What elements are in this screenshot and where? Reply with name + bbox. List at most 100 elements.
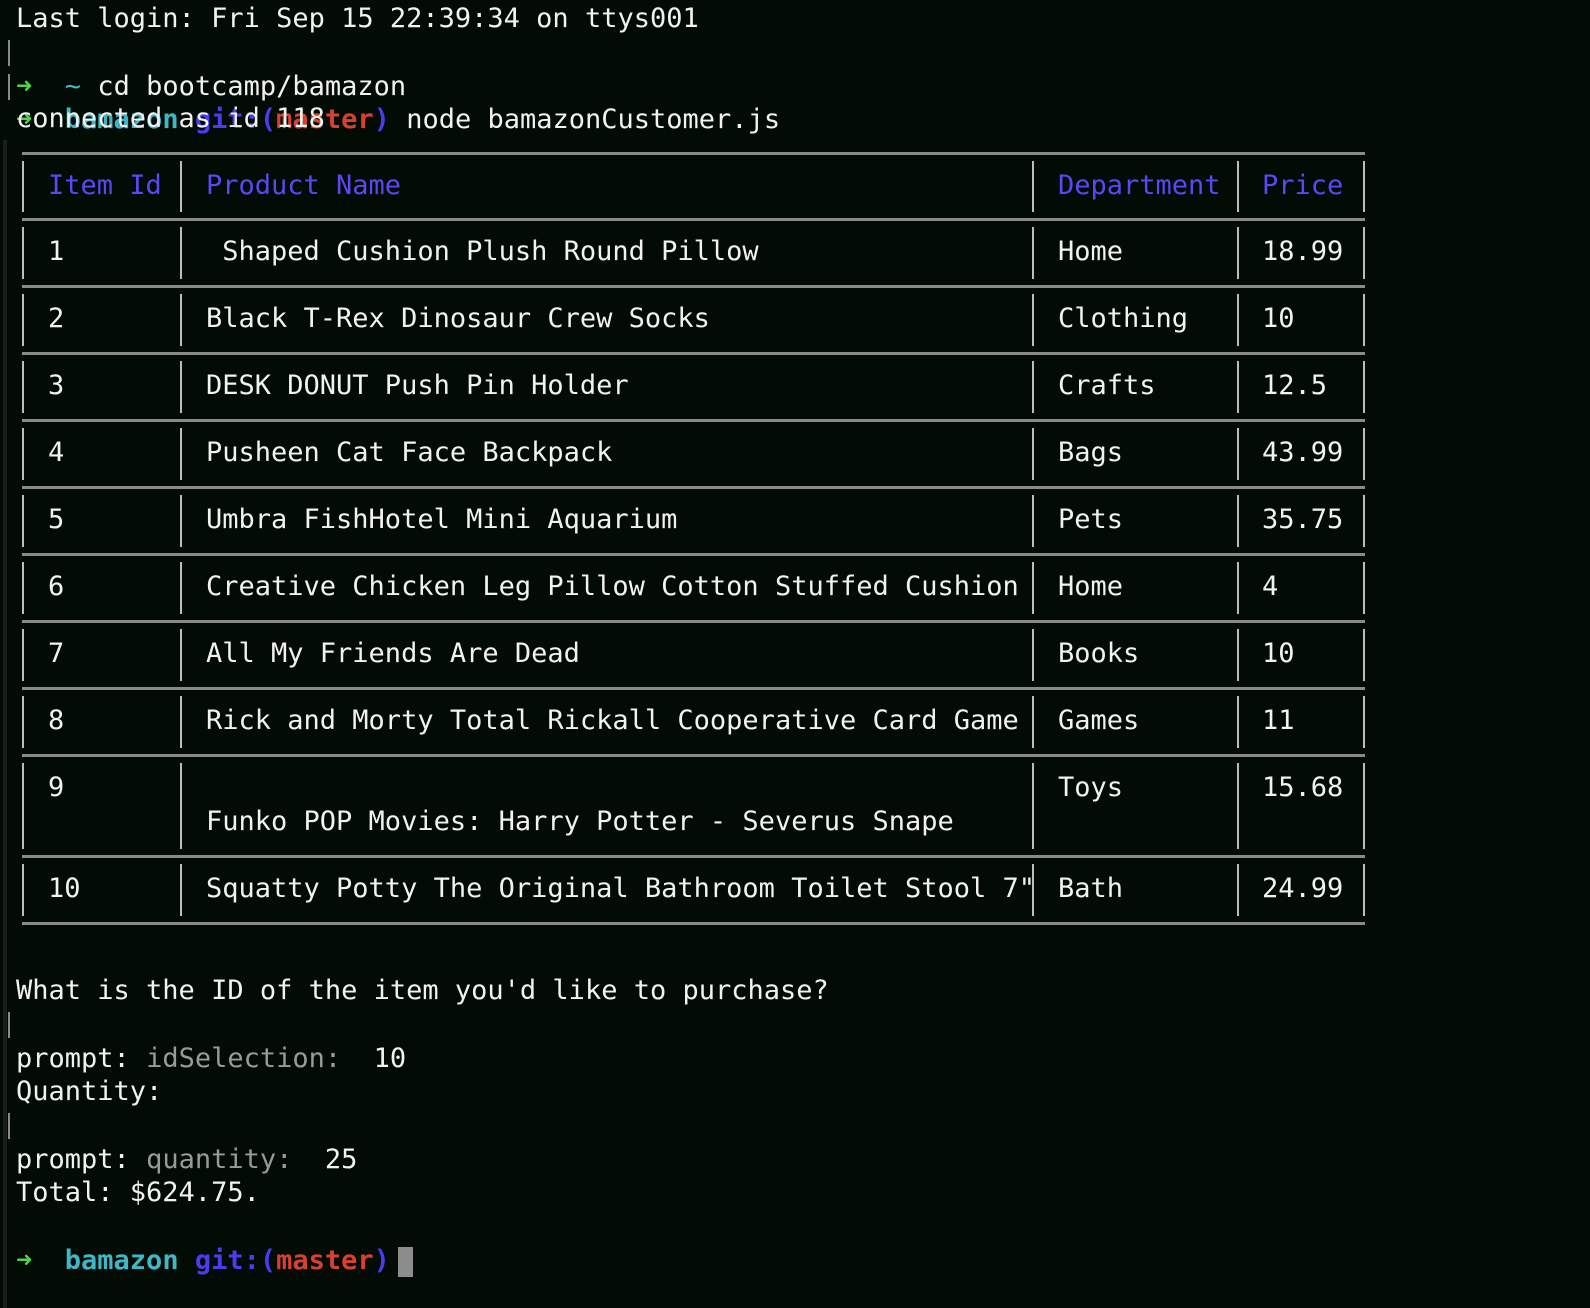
table-border bbox=[22, 285, 1365, 288]
prompt-value[interactable]: 25 bbox=[325, 1144, 358, 1175]
table-cell: Pets bbox=[1058, 504, 1124, 535]
prompt-id-line: prompt: idSelection: 10 bbox=[16, 1008, 406, 1074]
column-separator bbox=[1237, 227, 1239, 279]
column-separator bbox=[180, 361, 182, 413]
prompt-dir: bamazon bbox=[64, 1245, 179, 1276]
column-separator bbox=[1363, 495, 1365, 547]
table-cell: All My Friends Are Dead bbox=[206, 638, 580, 669]
column-separator bbox=[180, 696, 182, 748]
column-separator bbox=[1363, 696, 1365, 748]
prompt-field: idSelection: bbox=[146, 1043, 342, 1074]
column-separator bbox=[1237, 562, 1239, 614]
table-cell: 4 bbox=[48, 437, 65, 468]
git-close: ) bbox=[373, 1245, 390, 1276]
table-border bbox=[22, 486, 1365, 489]
column-separator bbox=[22, 864, 24, 916]
table-cell: Bath bbox=[1058, 873, 1124, 904]
line-marker bbox=[8, 40, 10, 66]
table-cell: 10 bbox=[1262, 638, 1295, 669]
last-login-line: Last login: Fri Sep 15 22:39:34 on ttys0… bbox=[16, 3, 699, 34]
column-separator bbox=[1363, 763, 1365, 849]
table-cell: Toys bbox=[1058, 772, 1124, 803]
table-cell: 35.75 bbox=[1262, 504, 1344, 535]
table-header-cell: Price bbox=[1262, 170, 1344, 201]
column-separator bbox=[1363, 562, 1365, 614]
table-cell: 6 bbox=[48, 571, 65, 602]
column-separator bbox=[22, 161, 24, 212]
line-marker bbox=[8, 1012, 10, 1038]
git-branch: master bbox=[276, 1245, 374, 1276]
column-separator bbox=[180, 227, 182, 279]
table-cell: 11 bbox=[1262, 705, 1295, 736]
table-border bbox=[22, 922, 1365, 925]
column-separator bbox=[1237, 629, 1239, 681]
terminal-cursor[interactable] bbox=[397, 1246, 413, 1277]
column-separator bbox=[1032, 428, 1034, 480]
table-cell: 10 bbox=[48, 873, 81, 904]
column-separator bbox=[1032, 227, 1034, 279]
table-cell: 10 bbox=[1262, 303, 1295, 334]
table-cell: 18.99 bbox=[1262, 236, 1344, 267]
product-table: Item Id Product Name Department Price 1 Shap… bbox=[22, 152, 1365, 925]
column-separator bbox=[22, 294, 24, 346]
column-separator bbox=[1032, 361, 1034, 413]
table-cell: 24.99 bbox=[1262, 873, 1344, 904]
table-header-cell: Department bbox=[1058, 170, 1221, 201]
total-line: Total: $624.75. bbox=[16, 1177, 260, 1208]
column-separator bbox=[1363, 361, 1365, 413]
table-cell: Funko POP Movies: Harry Potter - Severus… bbox=[206, 806, 954, 837]
line-marker bbox=[8, 1113, 10, 1139]
column-separator bbox=[180, 763, 182, 849]
column-separator bbox=[22, 428, 24, 480]
table-cell: 8 bbox=[48, 705, 65, 736]
connected-line: connected as id 118 bbox=[16, 103, 325, 134]
column-separator bbox=[1363, 629, 1365, 681]
git-close: ) bbox=[373, 104, 390, 135]
column-separator bbox=[22, 763, 24, 849]
table-border bbox=[22, 855, 1365, 858]
table-cell: Crafts bbox=[1058, 370, 1156, 401]
table-border bbox=[22, 352, 1365, 355]
column-separator bbox=[1032, 763, 1034, 849]
table-cell: Umbra FishHotel Mini Aquarium bbox=[206, 504, 678, 535]
table-header-cell: Product Name bbox=[206, 170, 402, 201]
table-border bbox=[22, 152, 1365, 155]
prompt-field: quantity: bbox=[146, 1144, 293, 1175]
column-separator bbox=[1363, 428, 1365, 480]
table-cell: 3 bbox=[48, 370, 65, 401]
table-cell: Rick and Morty Total Rickall Cooperative… bbox=[206, 705, 1019, 736]
table-cell: 15.68 bbox=[1262, 772, 1344, 803]
table-cell: Creative Chicken Leg Pillow Cotton Stuff… bbox=[206, 571, 1019, 602]
prompt-label: prompt: bbox=[16, 1043, 130, 1074]
prompt-value[interactable]: 10 bbox=[374, 1043, 407, 1074]
table-cell: 4 bbox=[1262, 571, 1279, 602]
table-cell: 7 bbox=[48, 638, 65, 669]
question-id: What is the ID of the item you'd like to… bbox=[16, 975, 829, 1006]
table-header-cell: Item Id bbox=[48, 170, 162, 201]
column-separator bbox=[1032, 161, 1034, 212]
column-separator bbox=[180, 629, 182, 681]
column-separator bbox=[1363, 864, 1365, 916]
column-separator bbox=[1032, 696, 1034, 748]
column-separator bbox=[1237, 428, 1239, 480]
column-separator bbox=[1032, 629, 1034, 681]
final-prompt-line[interactable]: ➜ bamazon git:(master) bbox=[16, 1210, 413, 1277]
table-border bbox=[22, 553, 1365, 556]
column-separator bbox=[22, 227, 24, 279]
column-separator bbox=[22, 361, 24, 413]
column-separator bbox=[1032, 562, 1034, 614]
table-cell: Games bbox=[1058, 705, 1140, 736]
line-marker bbox=[8, 74, 10, 100]
table-cell: Clothing bbox=[1058, 303, 1189, 334]
table-cell: Black T-Rex Dinosaur Crew Socks bbox=[206, 303, 710, 334]
prompt-qty-line: prompt: quantity: 25 bbox=[16, 1109, 357, 1175]
table-cell: Squatty Potty The Original Bathroom Toil… bbox=[206, 873, 1036, 904]
scrollback-edge bbox=[3, 140, 7, 1308]
column-separator bbox=[1363, 161, 1365, 212]
column-separator bbox=[1363, 294, 1365, 346]
column-separator bbox=[1237, 294, 1239, 346]
column-separator bbox=[180, 495, 182, 547]
table-cell: Bags bbox=[1058, 437, 1124, 468]
table-cell: 2 bbox=[48, 303, 65, 334]
table-cell: 1 bbox=[48, 236, 65, 267]
